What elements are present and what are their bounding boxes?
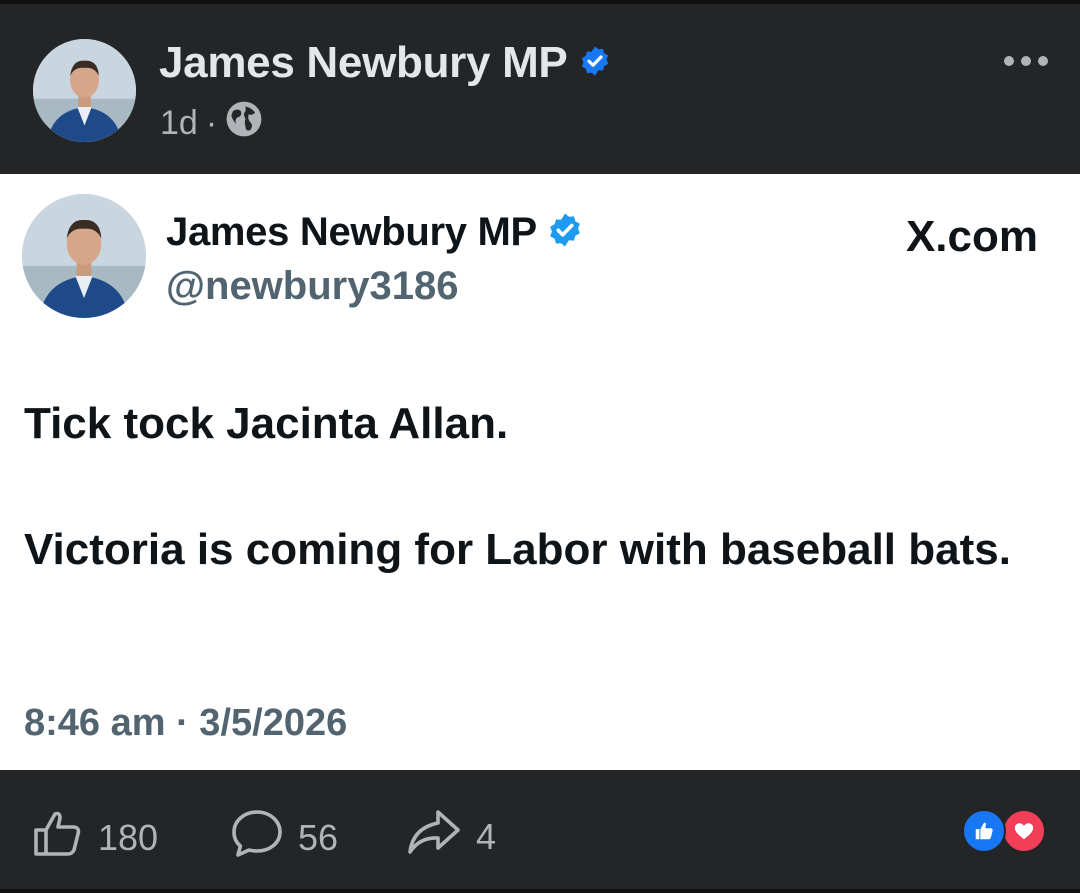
tweet-timestamp: 8:46 am · 3/5/2026 bbox=[24, 702, 348, 744]
tweet-text-line-1: Tick tock Jacinta Allan. bbox=[24, 399, 509, 448]
bottom-divider bbox=[0, 889, 1080, 893]
post-time[interactable]: 1d bbox=[160, 104, 198, 143]
like-reaction-icon bbox=[962, 809, 1006, 853]
tweet-text: Tick tock Jacinta Allan. Victoria is com… bbox=[24, 392, 1044, 581]
meta-separator: · bbox=[205, 104, 218, 142]
more-options-icon[interactable] bbox=[1000, 52, 1052, 70]
tweet-author-name: James Newbury MP bbox=[166, 210, 537, 254]
tweet-source-label: X.com bbox=[905, 212, 1038, 261]
share-count: 4 bbox=[476, 815, 497, 857]
reactions-summary[interactable] bbox=[962, 809, 1052, 853]
tweet-name-row: James Newbury MP bbox=[166, 210, 583, 255]
verified-badge-icon bbox=[579, 45, 611, 82]
like-button[interactable]: 180 bbox=[32, 808, 158, 867]
like-count: 180 bbox=[98, 816, 159, 858]
author-row: James Newbury MP bbox=[159, 38, 611, 88]
love-reaction-icon bbox=[1002, 809, 1046, 853]
author-avatar[interactable] bbox=[33, 39, 136, 142]
share-button[interactable]: 4 bbox=[406, 808, 496, 865]
embedded-tweet-card[interactable]: James Newbury MP @newbury3186 X.com Tick… bbox=[0, 174, 1080, 770]
globe-icon[interactable] bbox=[225, 100, 263, 147]
tweet-handle: @newbury3186 bbox=[166, 264, 459, 308]
comment-bubble-icon bbox=[230, 808, 284, 867]
post-header: James Newbury MP 1d · bbox=[0, 4, 1080, 174]
post-meta: 1d · bbox=[160, 100, 263, 147]
action-bar: 180 56 4 bbox=[0, 770, 1080, 889]
tweet-author-avatar bbox=[22, 194, 146, 318]
author-name[interactable]: James Newbury MP bbox=[159, 38, 568, 88]
tweet-verified-badge-icon bbox=[547, 212, 583, 253]
thumbs-up-icon bbox=[32, 808, 84, 867]
tweet-text-line-2: Victoria is coming for Labor with baseba… bbox=[24, 525, 1011, 574]
comment-button[interactable]: 56 bbox=[230, 808, 338, 867]
share-arrow-icon bbox=[406, 808, 462, 865]
comment-count: 56 bbox=[298, 816, 339, 858]
